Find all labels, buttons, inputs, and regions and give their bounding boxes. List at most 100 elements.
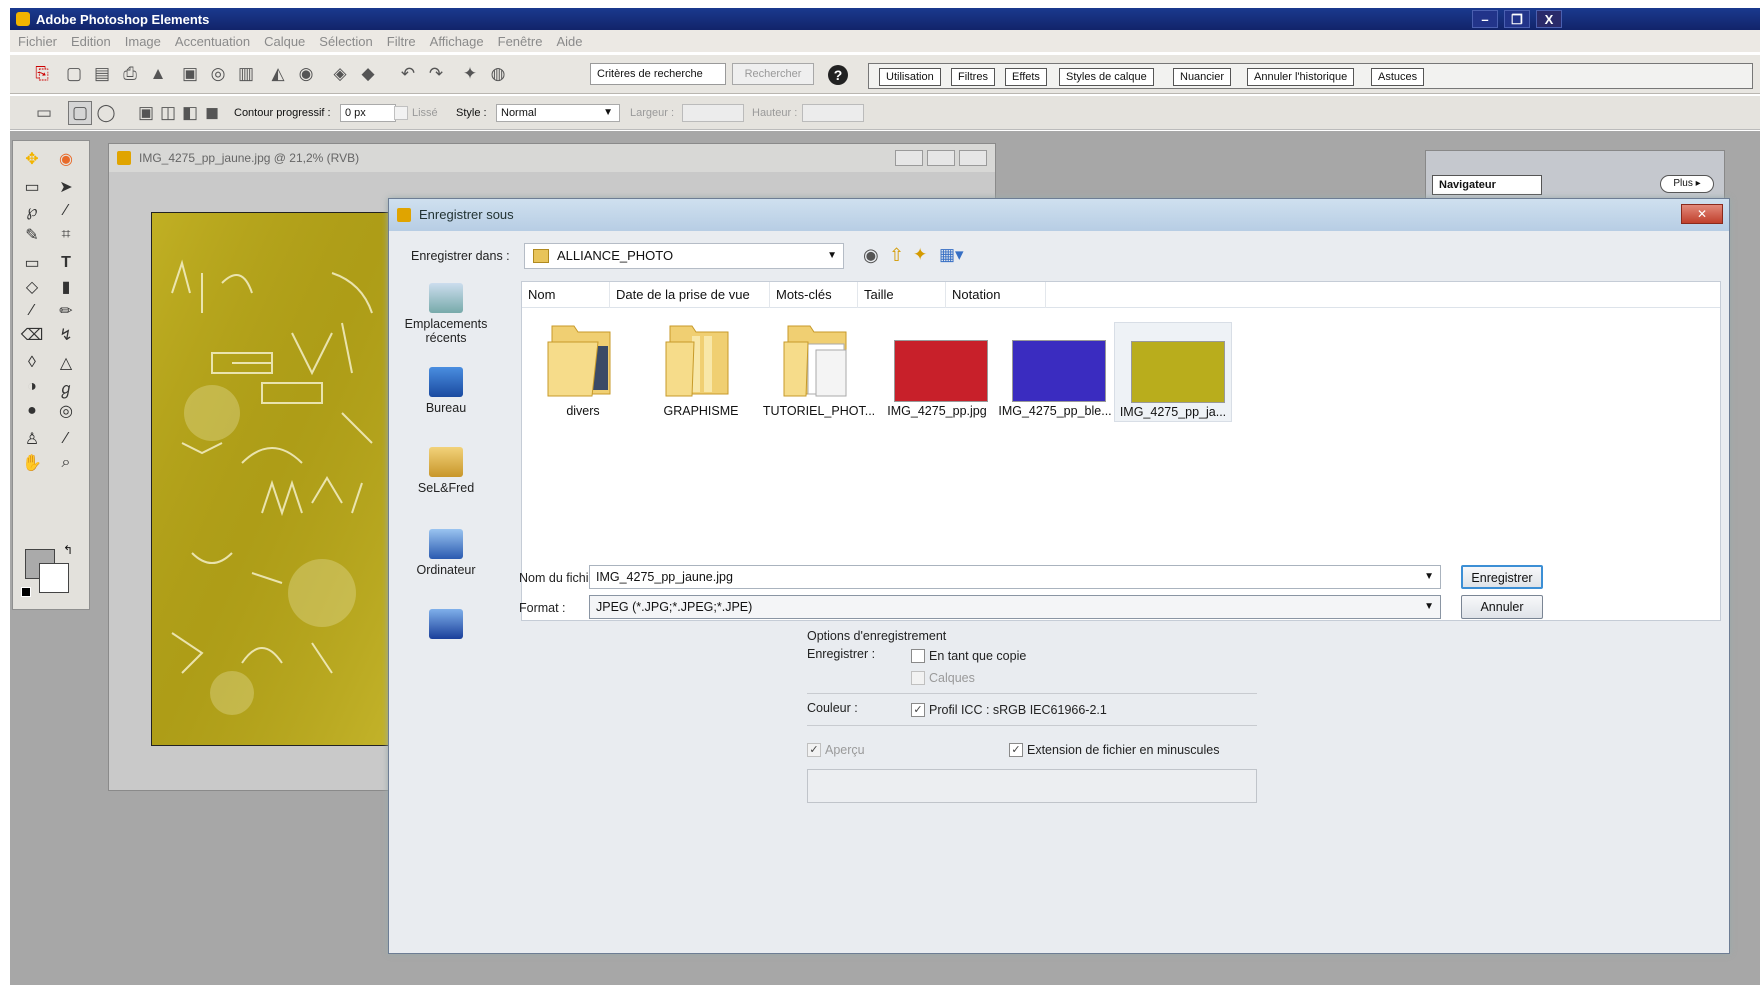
close-button[interactable]: X xyxy=(1536,10,1562,28)
tab-navigateur[interactable]: Navigateur xyxy=(1432,175,1542,195)
list-item[interactable]: IMG_4275_pp.jpg xyxy=(878,322,996,422)
chevron-down-icon[interactable]: ▼ xyxy=(1424,566,1434,588)
acrobat-icon[interactable]: ⎘ xyxy=(30,62,54,86)
menu-affichage[interactable]: Affichage xyxy=(430,34,484,49)
clone-stamp-icon[interactable]: ♙ xyxy=(17,427,47,451)
as-copy-checkbox[interactable] xyxy=(911,649,925,663)
cancel-button[interactable]: Annuler xyxy=(1461,595,1543,619)
menu-selection[interactable]: Sélection xyxy=(319,34,372,49)
organizer-icon[interactable]: ▥ xyxy=(234,62,258,86)
default-colors-icon[interactable] xyxy=(21,587,31,597)
menu-accentuation[interactable]: Accentuation xyxy=(175,34,250,49)
tab-nuancier[interactable]: Nuancier xyxy=(1173,68,1232,86)
help-icon[interactable]: ? xyxy=(828,65,848,85)
brush-icon[interactable]: ⁄ xyxy=(17,299,47,323)
col-date[interactable]: Date de la prise de vue xyxy=(610,282,770,308)
layers-icon[interactable]: ◍ xyxy=(486,62,510,86)
tab-astuces[interactable]: Astuces xyxy=(1371,68,1425,86)
menu-filtre[interactable]: Filtre xyxy=(387,34,416,49)
redo-icon[interactable]: ↷ xyxy=(424,62,448,86)
antialias-checkbox[interactable] xyxy=(394,106,408,120)
sharpen-icon[interactable]: △ xyxy=(51,351,81,375)
width-input[interactable] xyxy=(682,104,744,122)
col-nom[interactable]: Nom xyxy=(522,282,610,308)
save-button[interactable]: Enregistrer xyxy=(1461,565,1543,589)
col-notation[interactable]: Notation xyxy=(946,282,1046,308)
dialog-close-button[interactable]: ✕ xyxy=(1681,204,1723,224)
gradient-icon[interactable]: ▮ xyxy=(51,275,81,299)
tab-styles-de-calque[interactable]: Styles de calque xyxy=(1059,68,1154,86)
paint-bucket-icon[interactable]: ◇ xyxy=(17,275,47,299)
back-icon[interactable]: ◉ xyxy=(863,245,879,266)
format-select[interactable]: JPEG (*.JPG;*.JPEG;*.JPE) ▼ xyxy=(589,595,1441,619)
eyedropper-icon[interactable]: ⁄ xyxy=(51,427,81,451)
lasso-icon[interactable]: ℘ xyxy=(17,199,47,223)
height-input[interactable] xyxy=(802,104,864,122)
menu-fichier[interactable]: Fichier xyxy=(18,34,57,49)
dodge-icon[interactable]: ℊ xyxy=(51,375,81,399)
type-icon[interactable]: T xyxy=(51,251,81,275)
rect-marquee-option-icon[interactable]: ▭ xyxy=(32,101,56,125)
new-folder-icon[interactable]: ✦ xyxy=(913,245,927,265)
feather-input[interactable]: 0 px xyxy=(340,104,396,122)
color-picker-icon[interactable]: ✦ xyxy=(458,62,482,86)
doc-close-button[interactable] xyxy=(959,150,987,166)
ellipse-shape-icon[interactable]: ◯ xyxy=(94,101,118,125)
move-tool-icon[interactable]: ✥ xyxy=(17,147,47,171)
shape-icon[interactable]: ▭ xyxy=(17,251,47,275)
place-recent[interactable]: Emplacements récents xyxy=(401,283,491,345)
search-field[interactable]: Critères de recherche xyxy=(590,63,726,85)
col-mots-cles[interactable]: Mots-clés xyxy=(770,282,858,308)
col-taille[interactable]: Taille xyxy=(858,282,946,308)
more-button[interactable]: Plus ▸ xyxy=(1660,175,1714,193)
menu-aide[interactable]: Aide xyxy=(556,34,582,49)
view-menu-icon[interactable]: ▦▾ xyxy=(939,245,964,265)
pencil-icon[interactable]: ✏ xyxy=(51,299,81,323)
eraser-icon[interactable]: ⌫ xyxy=(17,323,47,347)
list-item[interactable]: GRAPHISME xyxy=(642,322,760,422)
smudge-icon[interactable]: ↯ xyxy=(51,323,81,347)
browse-icon[interactable]: ◎ xyxy=(206,62,230,86)
brush-select-icon[interactable]: ✎ xyxy=(17,223,47,247)
magic-wand-icon[interactable]: ⁄ xyxy=(51,199,81,223)
filename-input[interactable]: IMG_4275_pp_jaune.jpg ▼ xyxy=(589,565,1441,589)
open-icon[interactable]: ▤ xyxy=(90,62,114,86)
zoom-icon[interactable]: ⌕ xyxy=(51,451,81,475)
tab-filtres[interactable]: Filtres xyxy=(951,68,995,86)
lowercase-ext-checkbox[interactable]: ✓ xyxy=(1009,743,1023,757)
save-in-select[interactable]: ALLIANCE_PHOTO ▼ xyxy=(524,243,844,269)
email-icon[interactable]: ◆ xyxy=(356,62,380,86)
intersect-selection-icon[interactable]: ◼ xyxy=(200,101,224,125)
list-item[interactable]: IMG_4275_pp_ble... xyxy=(996,322,1114,422)
undo-icon[interactable]: ↶ xyxy=(396,62,420,86)
quick-fix-icon[interactable]: ◭ xyxy=(266,62,290,86)
menu-calque[interactable]: Calque xyxy=(264,34,305,49)
red-eye-icon[interactable]: ● xyxy=(17,399,47,423)
healing-icon[interactable]: ◎ xyxy=(51,399,81,423)
up-folder-icon[interactable]: ⇧ xyxy=(889,245,904,266)
sponge-icon[interactable]: ◑ xyxy=(17,375,47,399)
place-computer[interactable]: Ordinateur xyxy=(401,529,491,577)
doc-minimize-button[interactable] xyxy=(895,150,923,166)
photo-fix-icon[interactable]: ◉ xyxy=(294,62,318,86)
rect-marquee-icon[interactable]: ▭ xyxy=(17,175,47,199)
list-item[interactable]: divers xyxy=(524,322,642,422)
tab-effets[interactable]: Effets xyxy=(1005,68,1047,86)
tab-utilisation[interactable]: Utilisation xyxy=(879,68,941,86)
background-color-swatch[interactable] xyxy=(39,563,69,593)
doc-maximize-button[interactable] xyxy=(927,150,955,166)
subtract-selection-icon[interactable]: ◧ xyxy=(178,101,202,125)
place-network[interactable] xyxy=(401,609,491,643)
tab-annuler-historique[interactable]: Annuler l'historique xyxy=(1247,68,1355,86)
search-button[interactable]: Rechercher xyxy=(732,63,814,85)
move-arrow-icon[interactable]: ➤ xyxy=(51,175,81,199)
rect-shape-icon[interactable]: ▢ xyxy=(68,101,92,125)
icc-profile-checkbox[interactable]: ✓ xyxy=(911,703,925,717)
list-item[interactable]: TUTORIEL_PHOT... xyxy=(760,322,878,422)
restore-button[interactable]: ❐ xyxy=(1504,10,1530,28)
place-desktop[interactable]: Bureau xyxy=(401,367,491,415)
minimize-button[interactable]: – xyxy=(1472,10,1498,28)
new-selection-icon[interactable]: ▣ xyxy=(134,101,158,125)
save-icon[interactable]: ▣ xyxy=(178,62,202,86)
menu-edition[interactable]: Edition xyxy=(71,34,111,49)
